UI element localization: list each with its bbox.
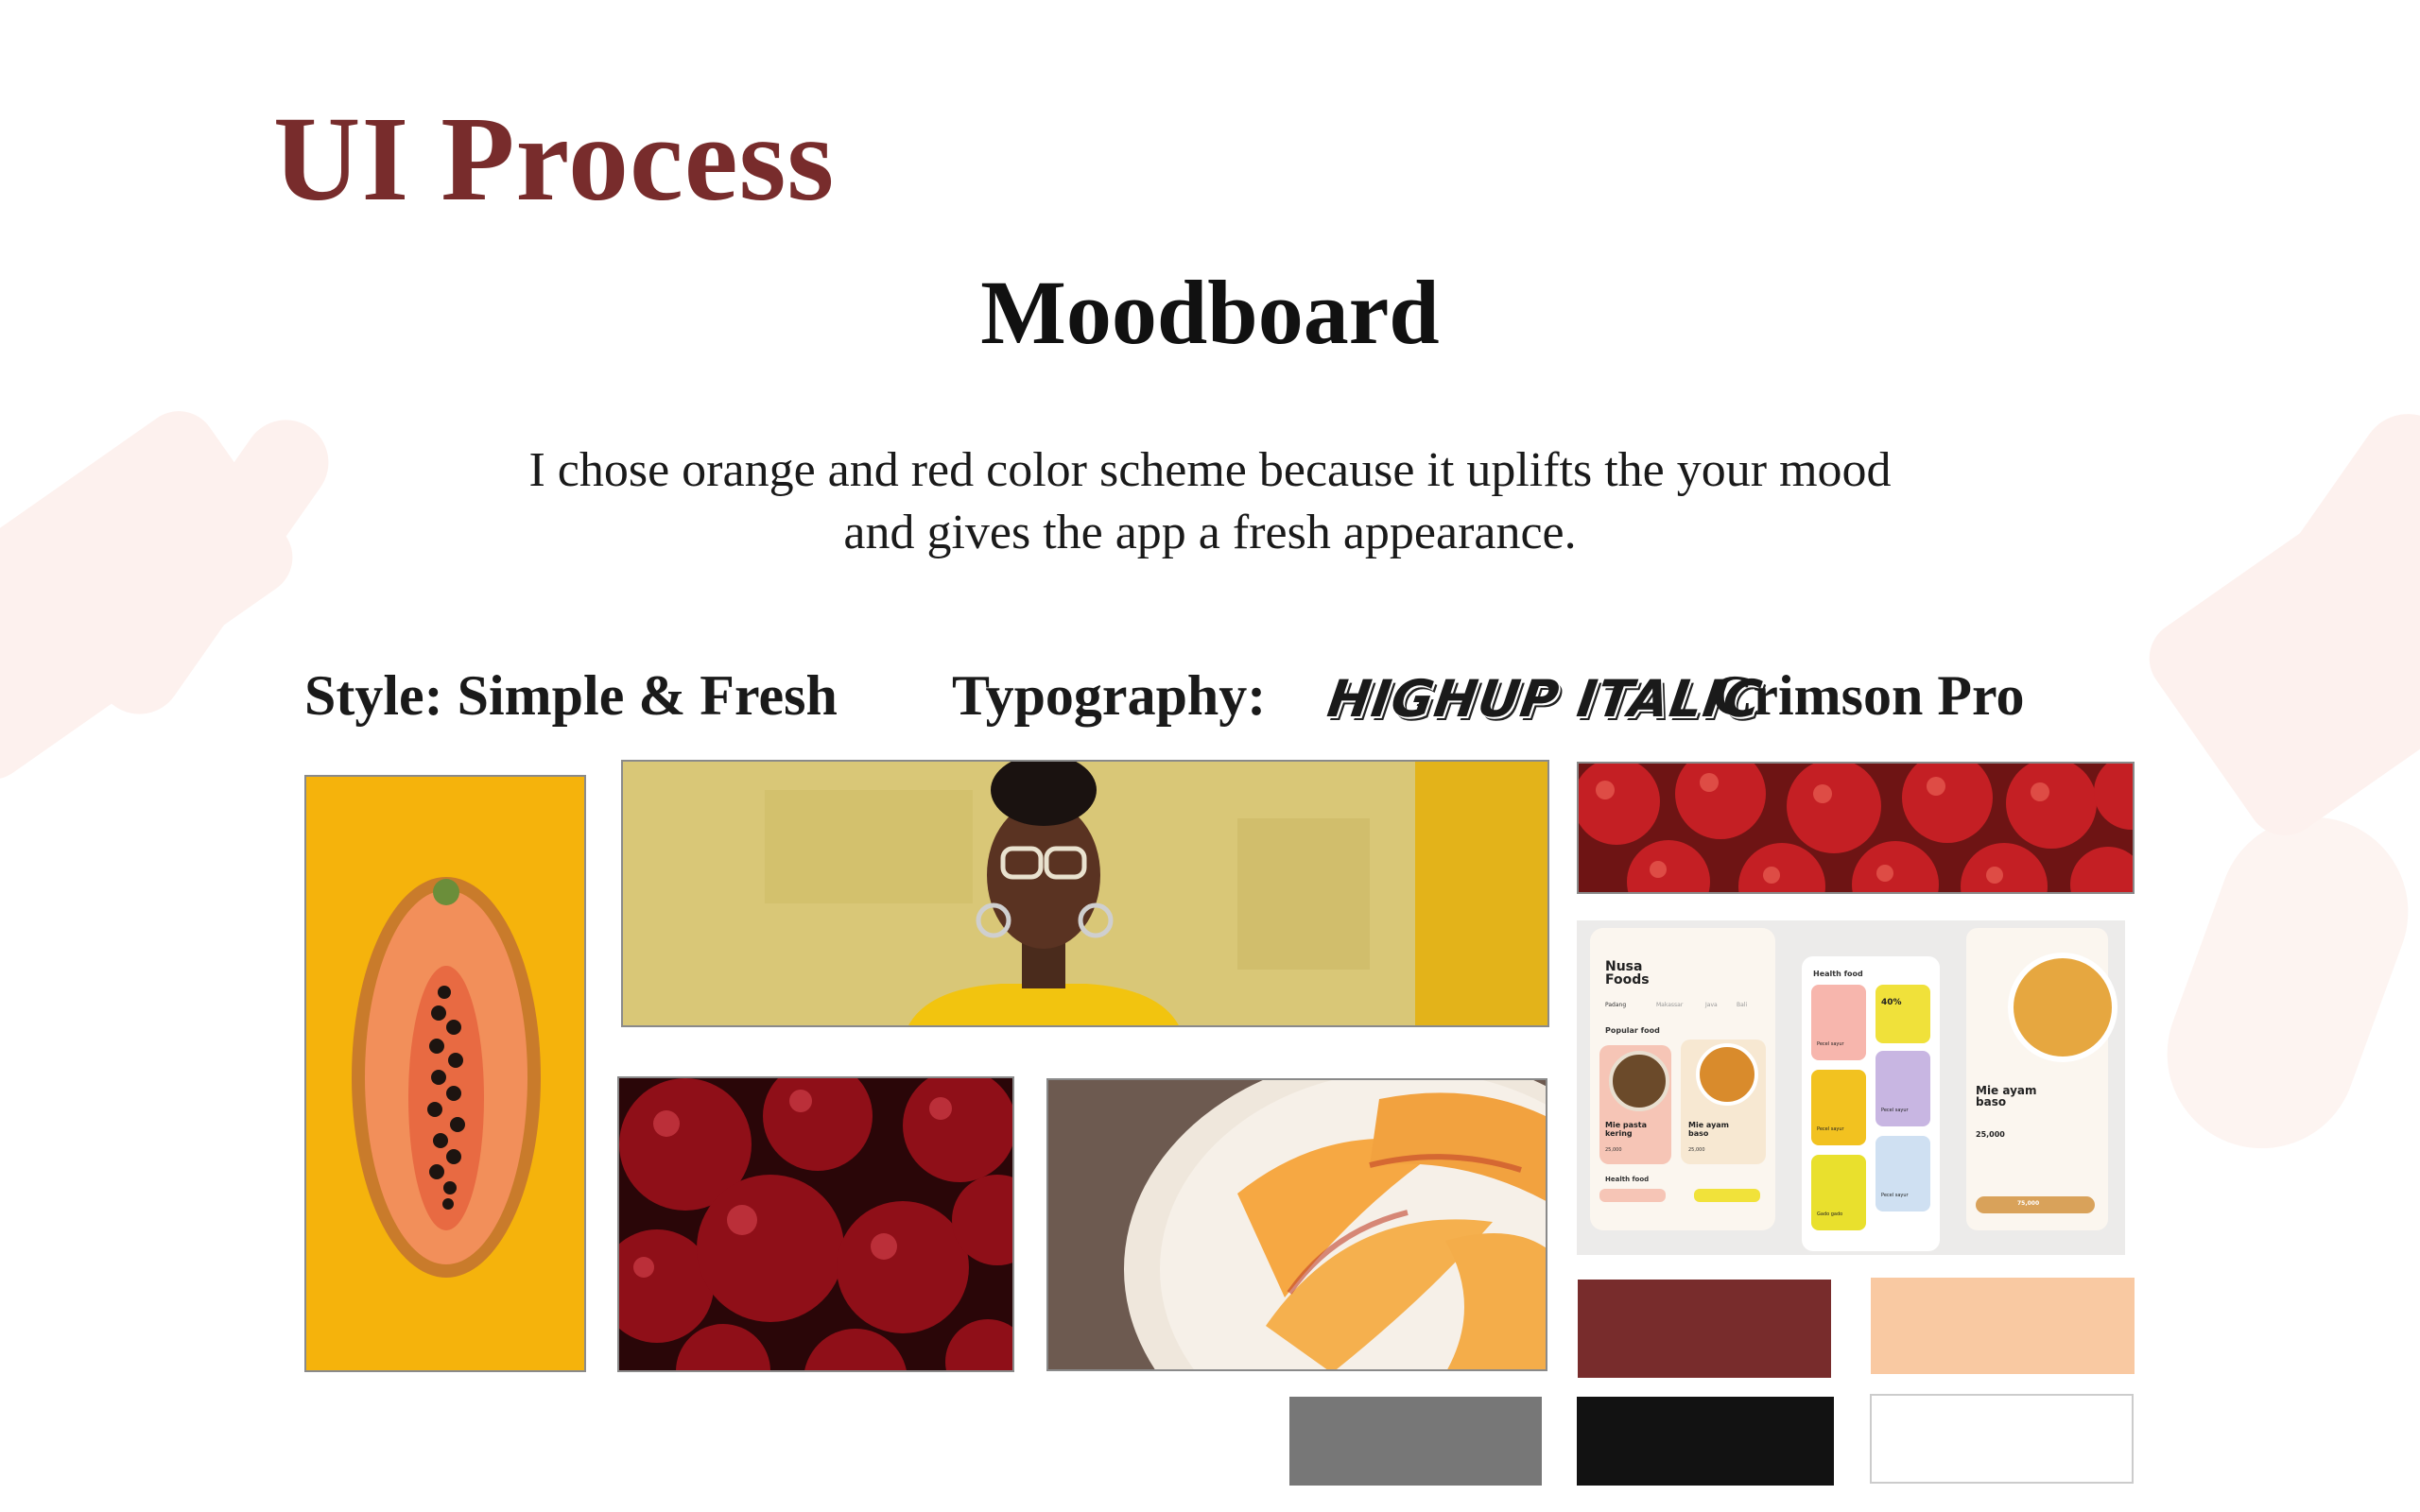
page-title: UI Process <box>273 92 836 226</box>
food-tile-label: Pecel sayur <box>1881 1108 1909 1113</box>
tab-padang[interactable]: Padang <box>1605 1002 1626 1008</box>
section-health: Health food <box>1605 1176 1650 1183</box>
phone-screen-health: Health food Pecel sayur 40% Pecel sayur … <box>1802 956 1940 1251</box>
food-card-price: 25,000 <box>1605 1147 1622 1153</box>
description-line: I chose orange and red color scheme beca… <box>528 443 1892 497</box>
section-popular: Popular food <box>1605 1026 1660 1035</box>
food-tile[interactable]: Pecel sayur <box>1811 1070 1866 1145</box>
apples-photo <box>1577 762 2135 894</box>
food-card[interactable]: Mie ayam baso 25,000 <box>1681 1040 1766 1164</box>
food-tile-label: Pecel sayur <box>1881 1193 1909 1198</box>
color-swatch-gray <box>1289 1397 1542 1486</box>
detail-name: Mie ayam baso <box>1976 1084 2037 1108</box>
tab-makassar[interactable]: Makassar <box>1656 1002 1683 1008</box>
tab-java[interactable]: Java <box>1705 1002 1718 1008</box>
description-line: and gives the app a fresh appearance. <box>843 506 1577 559</box>
add-to-cart-button[interactable]: 75,000 <box>1976 1196 2095 1213</box>
food-tile[interactable]: Pecel sayur <box>1876 1136 1930 1211</box>
food-bowl-icon <box>1696 1043 1758 1106</box>
add-to-cart-total: 75,000 <box>2017 1200 2040 1207</box>
color-swatch-peach <box>1871 1278 2135 1374</box>
food-tile-label: Gado gado <box>1817 1211 1843 1217</box>
food-tile[interactable]: 40% <box>1876 985 1930 1043</box>
description: I chose orange and red color scheme beca… <box>359 439 2061 564</box>
font-sample-display: HIGHUP ITALIC <box>1323 669 1767 729</box>
food-card-price: 25,000 <box>1688 1147 1705 1153</box>
cherries-photo <box>617 1076 1014 1372</box>
app-brand: Nusa Foods <box>1605 959 1650 988</box>
dish-photo-icon <box>2008 953 2118 1062</box>
food-tile[interactable]: Gado gado <box>1811 1155 1866 1230</box>
phone-screen-detail: Mie ayam baso 25,000 75,000 <box>1966 928 2118 1230</box>
color-swatch-maroon <box>1578 1280 1831 1378</box>
health-card-strip <box>1599 1189 1666 1202</box>
font-sample-body: Crimson Pro <box>1712 664 2025 727</box>
style-label: Style: Simple & Fresh <box>304 664 838 727</box>
tab-bali[interactable]: Bali <box>1737 1002 1747 1008</box>
typography-label: Typography: <box>952 664 1267 727</box>
woman-yellow-wall-photo <box>621 760 1549 1027</box>
ladle-watermark-icon <box>2140 790 2420 1176</box>
papaya-photo <box>304 775 586 1372</box>
food-card-name: Mie pasta kering <box>1605 1121 1648 1138</box>
food-tile-label: Pecel sayur <box>1817 1126 1844 1132</box>
peaches-photo <box>1046 1078 1547 1371</box>
section-subtitle: Moodboard <box>980 262 1440 363</box>
food-app-mockup: Nusa Foods Padang Makassar Java Bali Pop… <box>1577 920 2125 1255</box>
food-tile[interactable]: Pecel sayur <box>1876 1051 1930 1126</box>
color-swatch-white <box>1870 1394 2134 1484</box>
health-card-strip <box>1694 1189 1760 1202</box>
promo-badge: 40% <box>1881 998 1902 1007</box>
section-health: Health food <box>1813 970 1863 978</box>
detail-price: 25,000 <box>1976 1130 2005 1139</box>
food-card[interactable]: Mie pasta kering 25,000 <box>1599 1045 1671 1164</box>
phone-screen-home: Nusa Foods Padang Makassar Java Bali Pop… <box>1590 928 1775 1230</box>
food-tile[interactable]: Pecel sayur <box>1811 985 1866 1060</box>
color-swatch-black <box>1577 1397 1834 1486</box>
food-tile-label: Pecel sayur <box>1817 1041 1844 1047</box>
food-card-name: Mie ayam baso <box>1688 1121 1730 1138</box>
food-bowl-icon <box>1609 1051 1669 1111</box>
